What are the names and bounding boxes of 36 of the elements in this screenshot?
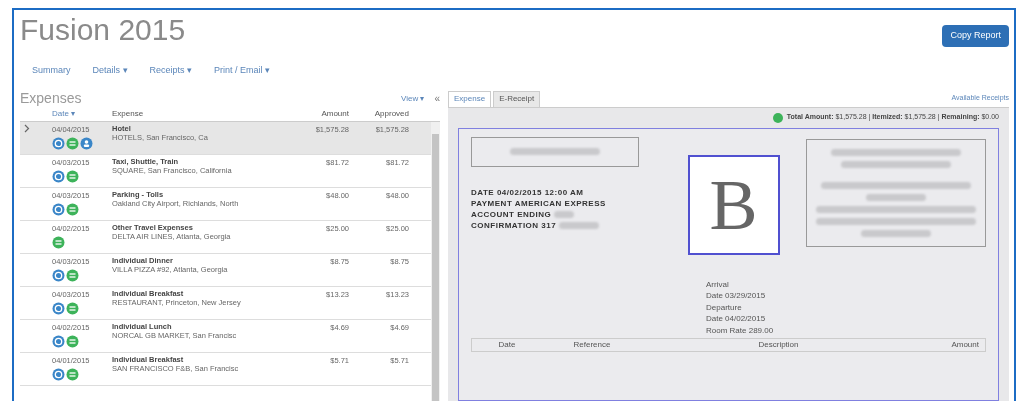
collapse-button[interactable]: « [434, 91, 440, 106]
stay-detail-line: Room Rate 289.00 [706, 324, 775, 336]
stay-detail-line: Date 03/29/2015 [706, 290, 767, 302]
column-header: Approved [373, 108, 409, 120]
redacted-text-block [861, 229, 931, 237]
redacted-text-block [559, 221, 600, 229]
column-header: Reference [572, 339, 612, 351]
receipt-payment-line: ACCOUNT ENDING [471, 208, 552, 220]
column-header: Description [757, 339, 800, 351]
redacted-text-block [554, 210, 575, 218]
stay-detail-line: Date 04/02/2015 [706, 313, 767, 325]
redacted-text-block [866, 193, 926, 201]
nav-link[interactable]: Receipts ▾ [149, 64, 193, 78]
stay-detail-line: Arrival [706, 278, 730, 290]
expenses-heading: Expenses [20, 89, 82, 108]
column-header: Amount [320, 108, 349, 120]
stay-detail-line: Departure [706, 301, 743, 313]
hotel-logo: B [687, 154, 780, 255]
column-header[interactable]: Date ▾ [52, 108, 112, 120]
tab[interactable]: Expense [448, 90, 492, 107]
report-title: Fusion 2015 [20, 12, 186, 48]
column-header: Expense [112, 108, 145, 120]
tab[interactable]: E-Receipt [493, 90, 541, 107]
nav-link[interactable]: Print / Email ▾ [214, 64, 271, 78]
receipt-payment-line: CONFIRMATION 317 [471, 219, 557, 231]
scrollbar-thumb[interactable] [432, 133, 439, 401]
scrollbar-track[interactable] [431, 121, 440, 401]
nav-link[interactable]: Details ▾ [92, 64, 128, 78]
column-header: Amount [950, 339, 980, 351]
receipt-payment-line: PAYMENT AMERICAN EXPRESS [471, 197, 606, 209]
nav-link[interactable]: Summary [32, 64, 71, 78]
receipt-payment-line: DATE 04/02/2015 12:00 AM [471, 186, 584, 198]
column-header: Date [497, 339, 517, 351]
chevron-right-icon [24, 123, 30, 133]
copy-report-button[interactable]: Copy Report [942, 25, 1009, 47]
view-menu[interactable]: View ▾ [401, 92, 425, 105]
